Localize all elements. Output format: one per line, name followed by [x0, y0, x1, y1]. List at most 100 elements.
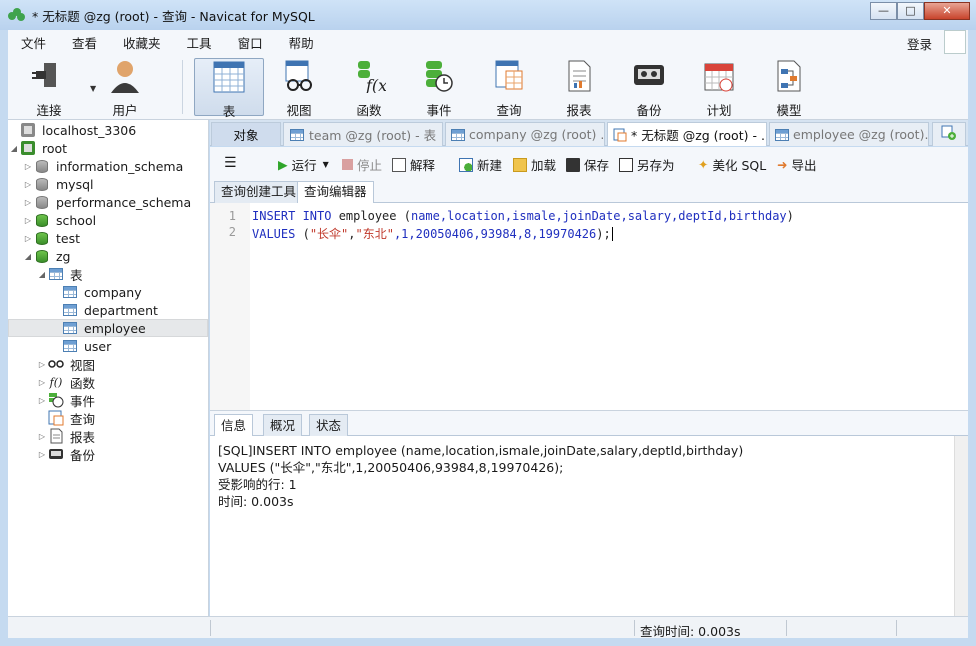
tree-db-school[interactable]: ▷ school — [8, 211, 208, 229]
new-query-plus-icon — [941, 125, 957, 144]
connection-icon — [20, 122, 36, 138]
menu-hamburger-button[interactable]: ☰ — [224, 155, 237, 171]
event-button[interactable]: 事件 — [404, 58, 474, 118]
menu-favorites[interactable]: 收藏夹 — [110, 33, 174, 52]
info-line: [SQL]INSERT INTO employee (name,location… — [218, 443, 744, 458]
tab-employee[interactable]: employee @zg (root)... — [769, 122, 929, 146]
user-avatar-icon[interactable] — [944, 30, 966, 54]
run-dropdown-arrow-icon[interactable]: ▼ — [323, 160, 329, 169]
tree-table-user[interactable]: user — [8, 337, 208, 355]
connection-tree: localhost_3306 ◢ root ▷ information_sche… — [8, 120, 209, 616]
tree-table-company[interactable]: company — [8, 283, 208, 301]
tree-group-tables[interactable]: ◢ 表 — [8, 265, 208, 283]
tree-group-functions[interactable]: ▷ f() 函数 — [8, 373, 208, 391]
table-icon — [195, 59, 263, 95]
close-button[interactable]: ✕ — [924, 2, 970, 20]
menu-file[interactable]: 文件 — [8, 33, 59, 52]
collapse-arrow-icon[interactable]: ◢ — [22, 252, 34, 261]
tab-company[interactable]: company @zg (root) ... — [445, 122, 605, 146]
expand-arrow-icon[interactable]: ▷ — [36, 378, 48, 387]
text-cursor — [611, 227, 613, 241]
query-icon — [474, 58, 544, 94]
tree-db-information-schema[interactable]: ▷ information_schema — [8, 157, 208, 175]
view-button[interactable]: 视图 — [264, 58, 334, 118]
tree-table-employee[interactable]: employee — [8, 319, 208, 337]
tree-group-views[interactable]: ▷ 视图 — [8, 355, 208, 373]
menu-view[interactable]: 查看 — [59, 33, 110, 52]
menu-help[interactable]: 帮助 — [276, 33, 327, 52]
info-scrollbar[interactable] — [954, 436, 968, 616]
tree-group-backups[interactable]: ▷ 备份 — [8, 445, 208, 463]
collapse-arrow-icon[interactable]: ◢ — [36, 270, 48, 279]
connect-button[interactable]: 连接 — [14, 58, 84, 118]
tab-query-editor[interactable]: 查询编辑器 — [297, 181, 374, 203]
database-icon — [34, 194, 50, 210]
maximize-button[interactable]: □ — [897, 2, 924, 20]
tab-query-builder[interactable]: 查询创建工具 — [214, 181, 304, 203]
menu-tools[interactable]: 工具 — [174, 33, 225, 52]
run-button[interactable]: ▶ 运行 ▼ — [278, 155, 329, 174]
table-icon — [62, 302, 78, 318]
table-button[interactable]: 表 — [194, 58, 264, 119]
schedule-button[interactable]: 计划 — [684, 58, 754, 118]
info-line: VALUES ("长伞","东北",1,20050406,93984,8,199… — [218, 460, 564, 475]
tree-root[interactable]: ◢ root — [8, 139, 208, 157]
document-tabs: 对象 team @zg (root) - 表 company @zg (root… — [210, 120, 968, 146]
function-button[interactable]: f(x) 函数 — [334, 58, 404, 118]
expand-arrow-icon[interactable]: ▷ — [36, 360, 48, 369]
tree-group-events[interactable]: ▷ 事件 — [8, 391, 208, 409]
model-button[interactable]: 模型 — [754, 58, 824, 118]
load-button[interactable]: 加载 — [513, 155, 556, 174]
tree-group-queries[interactable]: 查询 — [8, 409, 208, 427]
tree-group-reports[interactable]: ▷ 报表 — [8, 427, 208, 445]
new-button[interactable]: 新建 — [459, 155, 502, 174]
expand-arrow-icon[interactable]: ▷ — [22, 180, 34, 189]
export-button[interactable]: ➜ 导出 — [777, 155, 817, 174]
tree-table-department[interactable]: department — [8, 301, 208, 319]
expand-arrow-icon[interactable]: ▷ — [22, 216, 34, 225]
tree-db-mysql[interactable]: ▷ mysql — [8, 175, 208, 193]
report-icon — [544, 58, 614, 94]
tree-db-performance-schema[interactable]: ▷ performance_schema — [8, 193, 208, 211]
tab-status[interactable]: 状态 — [309, 414, 349, 437]
stop-button[interactable]: 停止 — [342, 155, 382, 174]
report-button[interactable]: 报表 — [544, 58, 614, 118]
beautify-sql-button[interactable]: ✦ 美化 SQL — [698, 155, 766, 174]
tab-untitled-query[interactable]: * 无标题 @zg (root) - ... — [607, 122, 767, 146]
expand-arrow-icon[interactable]: ▷ — [22, 162, 34, 171]
tab-objects[interactable]: 对象 — [211, 122, 281, 146]
tab-overview[interactable]: 概况 — [263, 414, 303, 437]
backup-button[interactable]: 备份 — [614, 58, 684, 118]
table-icon — [289, 127, 305, 143]
tree-db-zg[interactable]: ◢ zg — [8, 247, 208, 265]
save-button[interactable]: 保存 — [566, 155, 609, 174]
query-button[interactable]: 查询 — [474, 58, 544, 118]
tree-connection[interactable]: localhost_3306 — [8, 121, 208, 139]
tree-db-test[interactable]: ▷ test — [8, 229, 208, 247]
collapse-arrow-icon[interactable]: ◢ — [8, 144, 20, 153]
expand-arrow-icon[interactable]: ▷ — [36, 450, 48, 459]
user-button[interactable]: 用户 — [90, 58, 160, 118]
export-arrow-icon: ➜ — [777, 157, 788, 172]
login-link[interactable]: 登录 — [907, 34, 932, 53]
window-title: * 无标题 @zg (root) - 查询 - Navicat for MySQ… — [32, 8, 315, 24]
report-icon — [48, 428, 64, 444]
stop-icon — [342, 159, 353, 170]
explain-button[interactable]: 解释 — [392, 155, 435, 174]
expand-arrow-icon[interactable]: ▷ — [36, 396, 48, 405]
backup-tape-icon — [48, 446, 64, 462]
expand-arrow-icon[interactable]: ▷ — [36, 432, 48, 441]
expand-arrow-icon[interactable]: ▷ — [22, 234, 34, 243]
menu-window[interactable]: 窗口 — [225, 33, 276, 52]
sql-editor[interactable]: 1 2 INSERT INTO employee (name,location,… — [210, 203, 968, 410]
minimize-button[interactable]: — — [870, 2, 897, 20]
new-tab-button[interactable] — [932, 122, 966, 146]
save-as-button[interactable]: 另存为 — [619, 155, 675, 174]
tab-team[interactable]: team @zg (root) - 表 — [283, 122, 443, 146]
connection-open-icon — [20, 140, 36, 156]
query-subtabs: 查询创建工具 查询编辑器 — [210, 179, 968, 203]
expand-arrow-icon[interactable]: ▷ — [22, 198, 34, 207]
tab-info[interactable]: 信息 — [214, 414, 254, 437]
info-message-pane: [SQL]INSERT INTO employee (name,location… — [210, 436, 954, 616]
play-icon: ▶ — [278, 157, 288, 172]
